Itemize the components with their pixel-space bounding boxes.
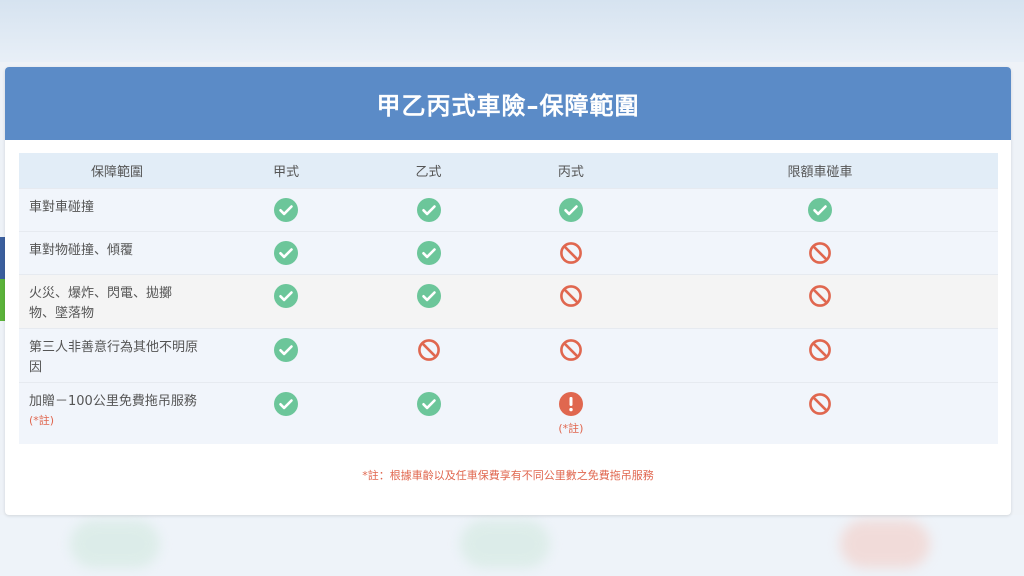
check-circle-icon bbox=[274, 283, 299, 312]
coverage-cell bbox=[642, 187, 998, 231]
row-label: 加贈－100公里免費拖吊服務 (*註) bbox=[19, 381, 215, 444]
header-type-a: 甲式 bbox=[273, 164, 300, 180]
footnote: *註：根據車齡以及任車保費享有不同公里數之免費拖吊服務 bbox=[362, 469, 654, 482]
prohibited-icon bbox=[417, 338, 441, 366]
top-banner bbox=[0, 0, 1024, 62]
coverage-cell bbox=[642, 381, 998, 444]
alert-note[interactable]: (*註) bbox=[500, 422, 642, 436]
prohibited-icon bbox=[559, 338, 583, 366]
row-label: 車對車碰撞 bbox=[19, 187, 215, 231]
header-type-b: 乙式 bbox=[415, 164, 442, 180]
table-row: 火災、爆炸、閃電、拋擲物、墜落物 bbox=[19, 273, 998, 328]
coverage-cell bbox=[499, 187, 643, 231]
card-header: 甲乙丙式車險–保障範圍 bbox=[5, 67, 1011, 140]
header-limited: 限額車碰車 bbox=[787, 164, 853, 180]
table-row: 加贈－100公里免費拖吊服務 (*註) (*註) bbox=[19, 381, 998, 444]
coverage-table: 保障範圍 甲式 乙式 丙式 限額車碰車 車對車碰撞 車對物碰撞、傾覆 火災、爆炸… bbox=[19, 153, 998, 444]
coverage-cell bbox=[642, 230, 998, 274]
check-circle-icon bbox=[416, 240, 441, 269]
row-label: 第三人非善意行為其他不明原因 bbox=[19, 327, 215, 382]
coverage-cell bbox=[215, 273, 358, 328]
coverage-cell bbox=[357, 381, 500, 444]
prohibited-icon bbox=[559, 241, 583, 269]
check-circle-icon bbox=[416, 391, 441, 420]
page-title: 甲乙丙式車險–保障範圍 bbox=[376, 92, 640, 120]
coverage-cell bbox=[642, 327, 998, 382]
check-circle-icon bbox=[274, 197, 299, 226]
check-circle-icon bbox=[274, 391, 299, 420]
check-circle-icon bbox=[274, 337, 299, 366]
check-circle-icon bbox=[274, 240, 299, 269]
coverage-cell bbox=[357, 230, 500, 274]
coverage-cell bbox=[499, 327, 643, 382]
coverage-card: 甲乙丙式車險–保障範圍 保障範圍 甲式 乙式 丙式 限額車碰車 車對車碰撞 車對… bbox=[5, 67, 1011, 515]
coverage-cell bbox=[499, 230, 643, 274]
row-label: 火災、爆炸、閃電、拋擲物、墜落物 bbox=[19, 273, 215, 328]
coverage-cell bbox=[357, 327, 500, 382]
table-row: 車對物碰撞、傾覆 bbox=[19, 230, 998, 274]
prohibited-icon bbox=[559, 284, 583, 312]
coverage-cell bbox=[215, 230, 358, 274]
check-circle-icon bbox=[808, 197, 833, 226]
row-label: 車對物碰撞、傾覆 bbox=[19, 230, 215, 274]
coverage-cell bbox=[642, 273, 998, 328]
header-coverage: 保障範圍 bbox=[90, 164, 143, 180]
blurred-decoration bbox=[70, 520, 160, 568]
table-row: 車對車碰撞 bbox=[19, 187, 998, 231]
coverage-cell: (*註) bbox=[499, 381, 643, 444]
blurred-decoration bbox=[460, 520, 550, 568]
check-circle-icon bbox=[416, 283, 441, 312]
coverage-cell bbox=[499, 273, 643, 328]
exclamation-circle-icon bbox=[558, 391, 583, 420]
table-header-row: 保障範圍 甲式 乙式 丙式 限額車碰車 bbox=[19, 153, 998, 188]
prohibited-icon bbox=[808, 338, 832, 366]
blurred-decoration bbox=[840, 520, 930, 568]
check-circle-icon bbox=[558, 197, 583, 226]
table-row: 第三人非善意行為其他不明原因 bbox=[19, 327, 998, 382]
coverage-cell bbox=[357, 273, 500, 328]
prohibited-icon bbox=[808, 392, 832, 420]
header-type-c: 丙式 bbox=[557, 164, 584, 180]
prohibited-icon bbox=[808, 284, 832, 312]
row-label-note[interactable]: (*註) bbox=[29, 414, 205, 428]
coverage-cell bbox=[357, 187, 500, 231]
coverage-cell bbox=[215, 327, 358, 382]
check-circle-icon bbox=[416, 197, 441, 226]
coverage-cell bbox=[215, 381, 358, 444]
prohibited-icon bbox=[808, 241, 832, 269]
coverage-cell bbox=[215, 187, 358, 231]
